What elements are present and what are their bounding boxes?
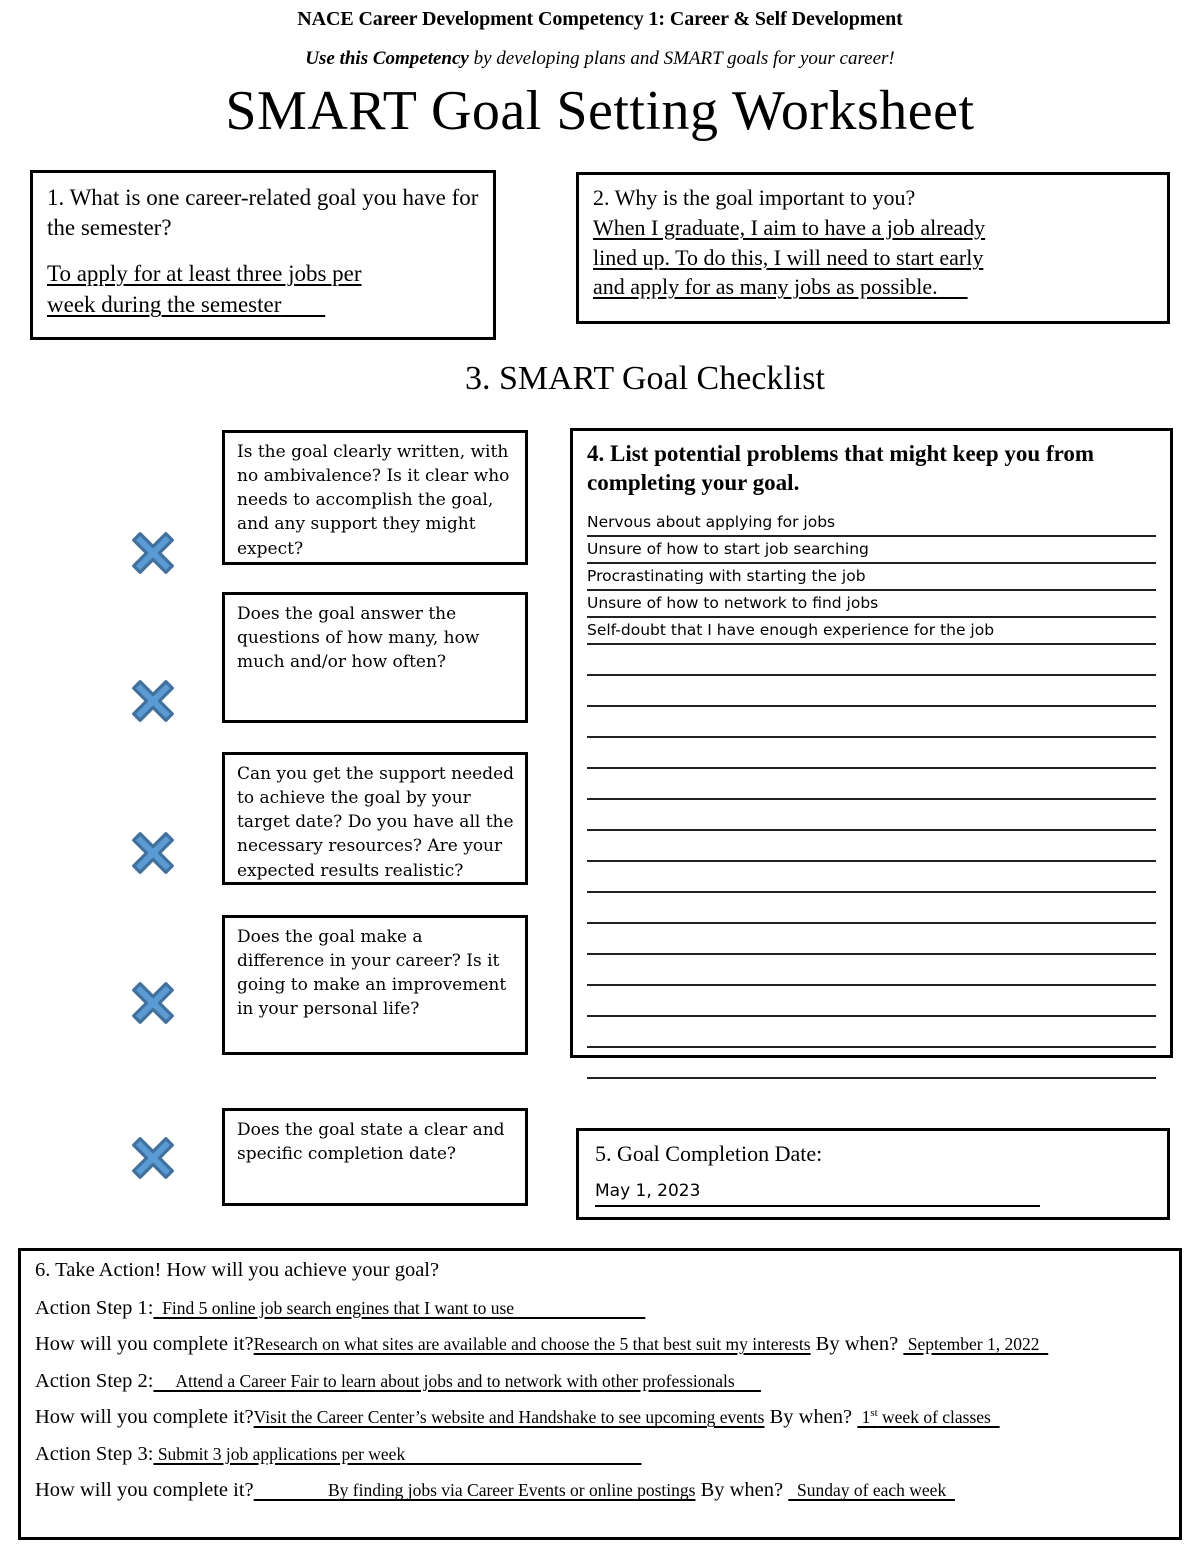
- goal-completion-date-value[interactable]: May 1, 2023: [595, 1179, 1040, 1207]
- page-title: SMART Goal Setting Worksheet: [225, 80, 975, 142]
- checklist-item-1-text: Is the goal clearly written, with no amb…: [237, 442, 510, 559]
- problem-blank-line-7[interactable]: [587, 831, 1156, 862]
- checklist-item-4-text: Does the goal make a difference in your …: [237, 927, 507, 1020]
- question-2-answer[interactable]: When I graduate, I aim to have a job alr…: [593, 213, 1153, 303]
- question-1-prompt: 1. What is one career-related goal you h…: [47, 185, 479, 241]
- question-1-answer-blank: [281, 292, 325, 317]
- action-step-2-row: Action Step 2: Attend a Career Fair to l…: [35, 1370, 1165, 1394]
- problem-blank-line-2[interactable]: [587, 676, 1156, 707]
- question-1-box: 1. What is one career-related goal you h…: [30, 170, 496, 340]
- how-complete-label-2: How will you complete it?: [35, 1406, 254, 1429]
- action-step-3-label: Action Step 3:: [35, 1442, 154, 1465]
- action-step-1-value[interactable]: Find 5 online job search engines that I …: [153, 1298, 645, 1318]
- question-1-answer-line-2-text: week during the semester: [47, 292, 282, 318]
- competency-subtitle-bold: Use this Competency: [305, 48, 469, 69]
- question-2-answer-line-3: and apply for as many jobs as possible.: [593, 274, 968, 299]
- question-4-lines[interactable]: Nervous about applying for jobs Unsure of…: [587, 510, 1156, 1079]
- by-when-value-2[interactable]: 1st week of classes: [857, 1407, 999, 1427]
- question-2-answer-line-2: lined up. To do this, I will need to sta…: [593, 244, 984, 270]
- action-step-1-how-row: How will you complete it?Research on wha…: [35, 1333, 1165, 1357]
- section-3-title: 3. SMART Goal Checklist: [464, 360, 825, 397]
- question-2-answer-blank: [938, 274, 968, 299]
- question-6-box: 6. Take Action! How will you achieve you…: [18, 1248, 1182, 1540]
- problem-line-4[interactable]: Unsure of how to network to find jobs: [587, 591, 1156, 618]
- question-6-prompt: 6. Take Action! How will you achieve you…: [35, 1259, 440, 1281]
- question-1-answer-line-2: week during the semester: [47, 292, 325, 317]
- action-step-2-label: Action Step 2:: [35, 1369, 154, 1392]
- competency-header: NACE Career Development Competency 1: Ca…: [297, 8, 903, 30]
- by-when-value-1[interactable]: September 1, 2022: [903, 1334, 1048, 1354]
- problem-blank-line-9[interactable]: [587, 893, 1156, 924]
- question-2-prompt: 2. Why is the goal important to you?: [593, 185, 916, 210]
- question-2-box: 2. Why is the goal important to you? Whe…: [576, 172, 1170, 324]
- action-step-3-row: Action Step 3: Submit 3 job applications…: [35, 1443, 1165, 1467]
- checklist-item-2: Does the goal answer the questions of ho…: [222, 592, 528, 723]
- problem-line-3[interactable]: Procrastinating with starting the job: [587, 564, 1156, 591]
- action-step-3-value[interactable]: Submit 3 job applications per week: [153, 1444, 641, 1464]
- blue-x-icon[interactable]: [130, 980, 176, 1026]
- action-step-2-value[interactable]: Attend a Career Fair to learn about jobs…: [153, 1371, 761, 1391]
- how-complete-label-1: How will you complete it?: [35, 1333, 254, 1356]
- question-1-answer[interactable]: To apply for at least three jobs per wee…: [47, 258, 479, 321]
- action-steps-list: Action Step 1: Find 5 online job search …: [35, 1297, 1165, 1503]
- by-when-label-2: By when?: [764, 1406, 858, 1429]
- checklist-item-3-text: Can you get the support needed to achiev…: [237, 764, 515, 881]
- checklist-item-3: Can you get the support needed to achiev…: [222, 752, 528, 885]
- question-1-answer-line-1: To apply for at least three jobs per: [47, 260, 362, 286]
- problem-line-2[interactable]: Unsure of how to start job searching: [587, 537, 1156, 564]
- checklist-item-1: Is the goal clearly written, with no amb…: [222, 430, 528, 565]
- blue-x-icon[interactable]: [130, 830, 176, 876]
- blue-x-icon[interactable]: [130, 530, 176, 576]
- how-complete-value-1[interactable]: Research on what sites are available and…: [254, 1334, 811, 1354]
- problem-blank-line-1[interactable]: [587, 645, 1156, 676]
- checklist-item-5-text: Does the goal state a clear and specific…: [237, 1120, 505, 1165]
- question-2-answer-line-1: When I graduate, I aim to have a job alr…: [593, 214, 986, 240]
- how-complete-value-2[interactable]: Visit the Career Center’s website and Ha…: [254, 1407, 765, 1427]
- problem-blank-line-12[interactable]: [587, 986, 1156, 1017]
- blue-x-icon[interactable]: [130, 678, 176, 724]
- checklist-item-2-text: Does the goal answer the questions of ho…: [237, 604, 480, 673]
- action-step-3-how-row: How will you complete it? By finding job…: [35, 1479, 1165, 1503]
- competency-subtitle: Use this Competency by developing plans …: [0, 48, 1200, 70]
- how-complete-value-3[interactable]: By finding jobs via Career Events or onl…: [254, 1480, 695, 1500]
- question-4-prompt: 4. List potential problems that might ke…: [587, 441, 1095, 496]
- blue-x-icon[interactable]: [130, 1135, 176, 1181]
- by-when-label-3: By when?: [695, 1479, 789, 1502]
- question-5-box: 5. Goal Completion Date: May 1, 2023: [576, 1128, 1170, 1220]
- problem-blank-line-4[interactable]: [587, 738, 1156, 769]
- problem-blank-line-6[interactable]: [587, 800, 1156, 831]
- problem-blank-line-11[interactable]: [587, 955, 1156, 986]
- problem-blank-line-10[interactable]: [587, 924, 1156, 955]
- question-4-box: 4. List potential problems that might ke…: [570, 428, 1173, 1079]
- problem-blank-line-8[interactable]: [587, 862, 1156, 893]
- competency-subtitle-rest: by developing plans and SMART goals for …: [468, 48, 895, 69]
- problem-blank-line-14[interactable]: [587, 1048, 1156, 1079]
- problem-blank-line-5[interactable]: [587, 769, 1156, 800]
- problem-line-5[interactable]: Self-doubt that I have enough experience…: [587, 618, 1156, 645]
- problem-blank-line-3[interactable]: [587, 707, 1156, 738]
- problem-blank-line-13[interactable]: [587, 1017, 1156, 1048]
- ordinal-suffix: st: [870, 1407, 878, 1420]
- problem-line-1[interactable]: Nervous about applying for jobs: [587, 510, 1156, 537]
- checklist-item-5: Does the goal state a clear and specific…: [222, 1108, 528, 1206]
- question-5-label: 5. Goal Completion Date:: [595, 1141, 823, 1166]
- action-step-1-row: Action Step 1: Find 5 online job search …: [35, 1297, 1165, 1321]
- checklist-item-4: Does the goal make a difference in your …: [222, 915, 528, 1055]
- how-complete-label-3: How will you complete it?: [35, 1479, 254, 1502]
- action-step-1-label: Action Step 1:: [35, 1296, 154, 1319]
- action-step-2-how-row: How will you complete it?Visit the Caree…: [35, 1406, 1165, 1430]
- by-when-label-1: By when?: [810, 1333, 904, 1356]
- by-when-value-3[interactable]: Sunday of each week: [788, 1480, 955, 1500]
- question-2-answer-line-3-text: and apply for as many jobs as possible.: [593, 274, 938, 300]
